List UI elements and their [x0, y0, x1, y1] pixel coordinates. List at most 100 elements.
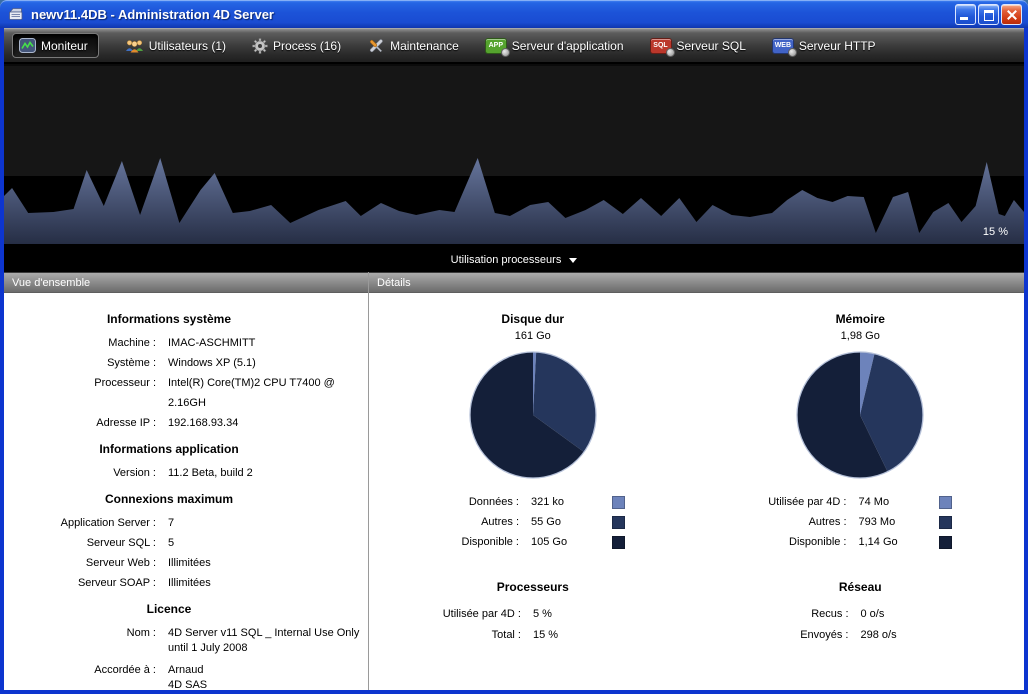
- sql-badge-text: SQL: [653, 42, 667, 49]
- window-title: newv11.4DB - Administration 4D Server: [31, 7, 955, 22]
- details-panel: Détails Disque dur 161 Go Données :321 k…: [369, 272, 1024, 690]
- memory-column: Mémoire 1,98 Go Utilisée par 4D :74 Mo A…: [697, 303, 1025, 646]
- legend-row: Utilisée par 4D :74 Mo: [697, 492, 1025, 512]
- toolbar: Moniteur Utilisateurs (1): [4, 28, 1024, 62]
- disk-title: Disque dur: [369, 312, 697, 326]
- title-bar[interactable]: newv11.4DB - Administration 4D Server: [0, 0, 1028, 28]
- gear-dot-icon: [788, 48, 797, 57]
- tools-icon: [367, 38, 385, 54]
- legend-row: Disponible :1,14 Go: [697, 532, 1025, 552]
- graph-source-label: Utilisation processeurs: [451, 254, 562, 266]
- info-row: Machine :IMAC-ASCHMITT: [4, 333, 368, 353]
- legend-swatch: [939, 496, 952, 509]
- network-title: Réseau: [697, 580, 1025, 594]
- legend-swatch: [939, 536, 952, 549]
- legend-swatch: [612, 536, 625, 549]
- legend-swatch: [612, 496, 625, 509]
- minimize-icon: [960, 17, 968, 20]
- cpu-percent-label: 15 %: [983, 226, 1008, 238]
- window-frame: Moniteur Utilisateurs (1): [0, 28, 1028, 694]
- maximize-button[interactable]: [978, 4, 999, 25]
- section-title: Licence: [4, 602, 334, 616]
- toolbar-button-process[interactable]: Process (16): [252, 38, 341, 54]
- network-rows: Recus :0 o/s Envoyés :298 o/s: [697, 604, 1025, 646]
- toolbar-button-moniteur[interactable]: Moniteur: [12, 33, 99, 58]
- legend-swatch: [939, 516, 952, 529]
- legend-swatch: [612, 516, 625, 529]
- details-panel-body: Disque dur 161 Go Données :321 ko Autres…: [369, 293, 1024, 690]
- minimize-button[interactable]: [955, 4, 976, 25]
- overview-panel-header: Vue d'ensemble: [4, 272, 368, 293]
- toolbar-label: Process (16): [273, 39, 341, 53]
- maximize-icon: [984, 10, 994, 21]
- chevron-down-icon: [569, 258, 577, 263]
- section-title: Informations application: [4, 442, 334, 456]
- area-chart: 15 %: [4, 62, 1024, 248]
- disk-column: Disque dur 161 Go Données :321 ko Autres…: [369, 303, 697, 646]
- users-icon: [125, 38, 144, 53]
- toolbar-label: Serveur d'application: [512, 39, 624, 53]
- toolbar-button-serveur-application[interactable]: APP Serveur d'application: [485, 38, 624, 54]
- close-icon: [1002, 5, 1021, 24]
- memory-legend: Utilisée par 4D :74 Mo Autres :793 Mo Di…: [697, 492, 1025, 552]
- disk-legend: Données :321 ko Autres :55 Go Disponible…: [369, 492, 697, 552]
- info-row: Serveur Web :Illimitées: [4, 553, 368, 573]
- toolbar-label: Moniteur: [41, 39, 88, 53]
- disk-total: 161 Go: [369, 330, 697, 342]
- web-badge-text: WEB: [775, 42, 791, 49]
- app-server-icon: APP: [485, 38, 507, 54]
- overview-panel-body: Informations système Machine :IMAC-ASCHM…: [4, 293, 368, 690]
- window-controls: [955, 4, 1022, 25]
- app-window-icon: [8, 5, 26, 23]
- toolbar-label: Serveur SQL: [677, 39, 746, 53]
- toolbar-button-maintenance[interactable]: Maintenance: [367, 38, 459, 54]
- sql-server-icon: SQL: [650, 38, 672, 54]
- processors-title: Processeurs: [369, 580, 697, 594]
- section-title: Informations système: [4, 312, 334, 326]
- toolbar-label: Utilisateurs (1): [149, 39, 226, 53]
- section-title: Connexions maximum: [4, 492, 334, 506]
- info-row: Nom : 4D Server v11 SQL _ Internal Use O…: [4, 623, 368, 660]
- graph-source-selector[interactable]: Utilisation processeurs: [451, 254, 578, 266]
- info-row: Accordée à : Arnaud4D SAS: [4, 660, 368, 690]
- gear-dot-icon: [501, 48, 510, 57]
- legend-row: Données :321 ko: [369, 492, 697, 512]
- stat-row: Recus :0 o/s: [697, 604, 1025, 625]
- info-row: Serveur SOAP :Illimitées: [4, 573, 368, 593]
- disk-pie-chart: [466, 348, 600, 482]
- info-row: Serveur SQL :5: [4, 533, 368, 553]
- close-button[interactable]: [1001, 4, 1022, 25]
- stat-row: Envoyés :298 o/s: [697, 625, 1025, 646]
- toolbar-button-serveur-http[interactable]: WEB Serveur HTTP: [772, 38, 876, 54]
- memory-total: 1,98 Go: [697, 330, 1025, 342]
- monitor-chart-icon: [19, 38, 36, 53]
- stat-row: Total :15 %: [369, 625, 697, 646]
- graph-selector-strip: Utilisation processeurs: [4, 248, 1024, 272]
- http-server-icon: WEB: [772, 38, 794, 54]
- app-badge-text: APP: [489, 42, 503, 49]
- info-row: Processeur :Intel(R) Core(TM)2 CPU T7400…: [4, 373, 368, 413]
- info-row: Adresse IP :192.168.93.34: [4, 413, 368, 433]
- info-row: Système :Windows XP (5.1): [4, 353, 368, 373]
- toolbar-label: Maintenance: [390, 39, 459, 53]
- memory-pie-chart: [793, 348, 927, 482]
- cpu-usage-area: [4, 62, 1024, 248]
- toolbar-button-utilisateurs[interactable]: Utilisateurs (1): [125, 38, 226, 53]
- processors-rows: Utilisée par 4D :5 % Total :15 %: [369, 604, 697, 646]
- legend-row: Autres :793 Mo: [697, 512, 1025, 532]
- info-row: Application Server :7: [4, 513, 368, 533]
- app-window: newv11.4DB - Administration 4D Server Mo…: [0, 0, 1028, 694]
- overview-panel: Vue d'ensemble Informations système Mach…: [4, 272, 369, 690]
- details-panel-header: Détails: [369, 272, 1024, 293]
- legend-row: Autres :55 Go: [369, 512, 697, 532]
- stat-row: Utilisée par 4D :5 %: [369, 604, 697, 625]
- toolbar-button-serveur-sql[interactable]: SQL Serveur SQL: [650, 38, 746, 54]
- legend-row: Disponible :105 Go: [369, 532, 697, 552]
- toolbar-label: Serveur HTTP: [799, 39, 876, 53]
- gear-dot-icon: [666, 48, 675, 57]
- info-row: Version :11.2 Beta, build 2: [4, 463, 368, 483]
- cpu-monitor-graph: 15 % Utilisation processeurs: [4, 62, 1024, 272]
- panels-row: Vue d'ensemble Informations système Mach…: [4, 272, 1024, 690]
- memory-title: Mémoire: [697, 312, 1025, 326]
- gear-icon: [252, 38, 268, 54]
